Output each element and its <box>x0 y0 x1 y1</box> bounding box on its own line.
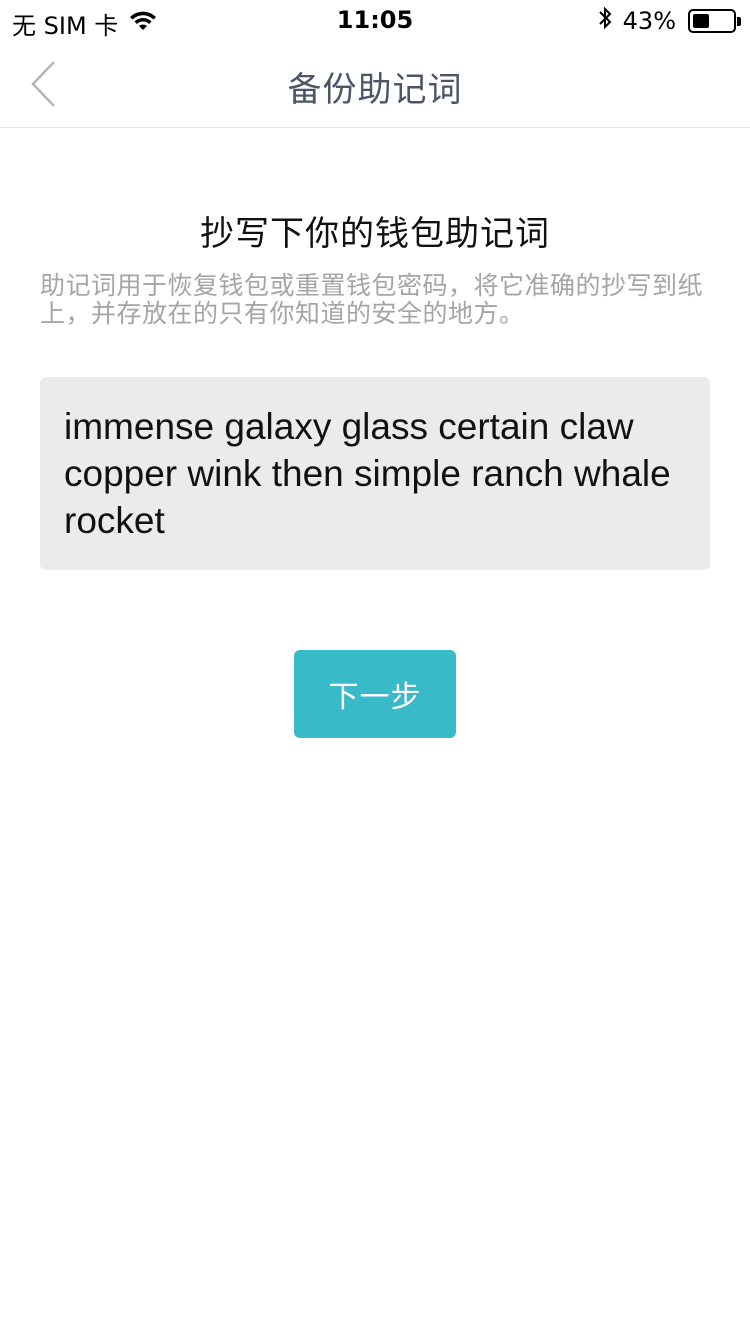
nav-bar: 备份助记词 <box>0 40 750 128</box>
headline: 抄写下你的钱包助记词 <box>200 214 550 254</box>
next-button[interactable]: 下一步 <box>294 650 456 738</box>
description-text: 助记词用于恢复钱包或重置钱包密码，将它准确的抄写到纸上，并存放在的只有你知道的安… <box>40 271 704 328</box>
battery-icon <box>688 9 741 33</box>
mnemonic-phrase: immense galaxy glass certain claw copper… <box>64 406 671 541</box>
status-right: 43% <box>597 6 741 36</box>
page-title: 备份助记词 <box>287 70 463 110</box>
bluetooth-icon <box>597 6 613 36</box>
battery-fill <box>693 14 709 28</box>
battery-tip <box>737 17 741 26</box>
status-bar: 无 SIM 卡 11:05 43% <box>0 0 750 40</box>
mnemonic-box: immense galaxy glass certain claw copper… <box>40 377 710 570</box>
battery-percent: 43% <box>622 7 676 35</box>
